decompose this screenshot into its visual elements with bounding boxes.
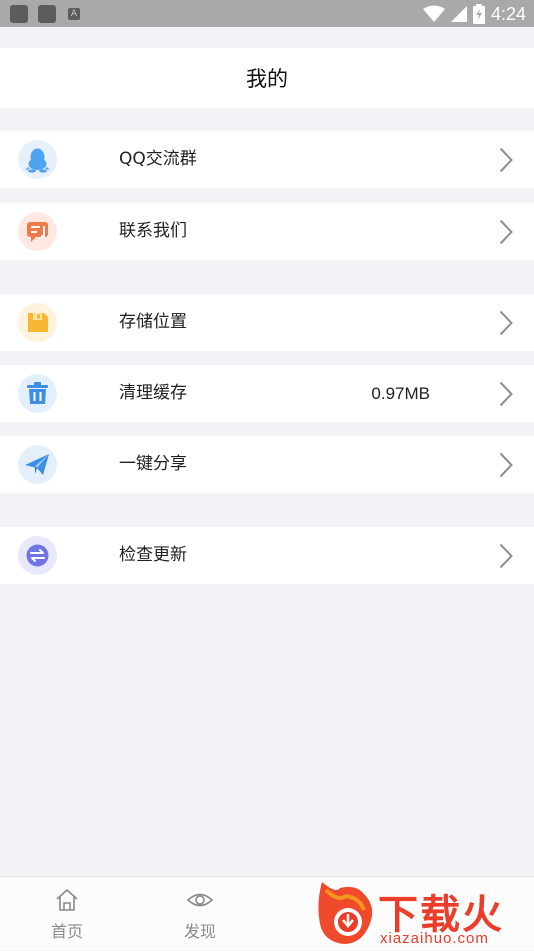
menu-item-label: 检查更新 [119,545,187,565]
status-time: 4:24 [490,3,526,24]
tab-label: 首页 [50,922,83,941]
menu-item-label: 联系我们 [119,221,187,241]
folder-save-icon [18,303,57,342]
menu-item-label: 清理缓存 [119,383,187,403]
menu-item-qq-group[interactable]: QQ交流群 [0,131,534,188]
chevron-right-icon [499,147,513,173]
menu-item-storage-location[interactable]: 存储位置 [0,294,534,351]
menu-item-label: 存储位置 [119,312,187,332]
menu-item-check-update[interactable]: 检查更新 [0,527,534,584]
home-icon [56,889,78,911]
qq-penguin-icon [18,140,57,179]
app-notification-icon [10,5,28,23]
eye-icon [187,893,213,907]
flame-logo-icon [318,882,373,944]
chevron-right-icon [499,452,513,478]
chevron-right-icon [499,543,513,569]
page-header: 我的 [0,48,534,108]
menu-item-contact-us[interactable]: 联系我们 [0,203,534,260]
chevron-right-icon [499,219,513,245]
trash-icon [18,374,57,413]
signal-icon [450,6,467,22]
tab-discover[interactable]: 发现 [160,877,240,951]
chat-bubble-icon [18,212,57,251]
battery-charging-icon [472,4,485,24]
tab-home[interactable]: 首页 [27,877,107,951]
page-title: 我的 [246,67,288,91]
menu-item-share[interactable]: 一键分享 [0,436,534,493]
menu-item-clear-cache[interactable]: 清理缓存 0.97MB [0,365,534,422]
refresh-arrows-icon [18,536,57,575]
wifi-icon [422,5,445,22]
watermark-logo: 下载火 xiazaihuo.com [316,880,534,950]
paper-plane-icon [18,445,57,484]
chevron-right-icon [499,310,513,336]
app-notification-icon [38,5,56,23]
status-bar: A 4:24 [0,0,534,27]
menu-item-label: 一键分享 [119,454,187,474]
chevron-right-icon [499,381,513,407]
watermark-url: xiazaihuo.com [380,930,489,947]
menu-item-label: QQ交流群 [119,149,197,169]
cache-size-value: 0.97MB [371,384,430,403]
accessibility-a-icon: A [68,8,80,20]
tab-label: 发现 [183,922,216,941]
